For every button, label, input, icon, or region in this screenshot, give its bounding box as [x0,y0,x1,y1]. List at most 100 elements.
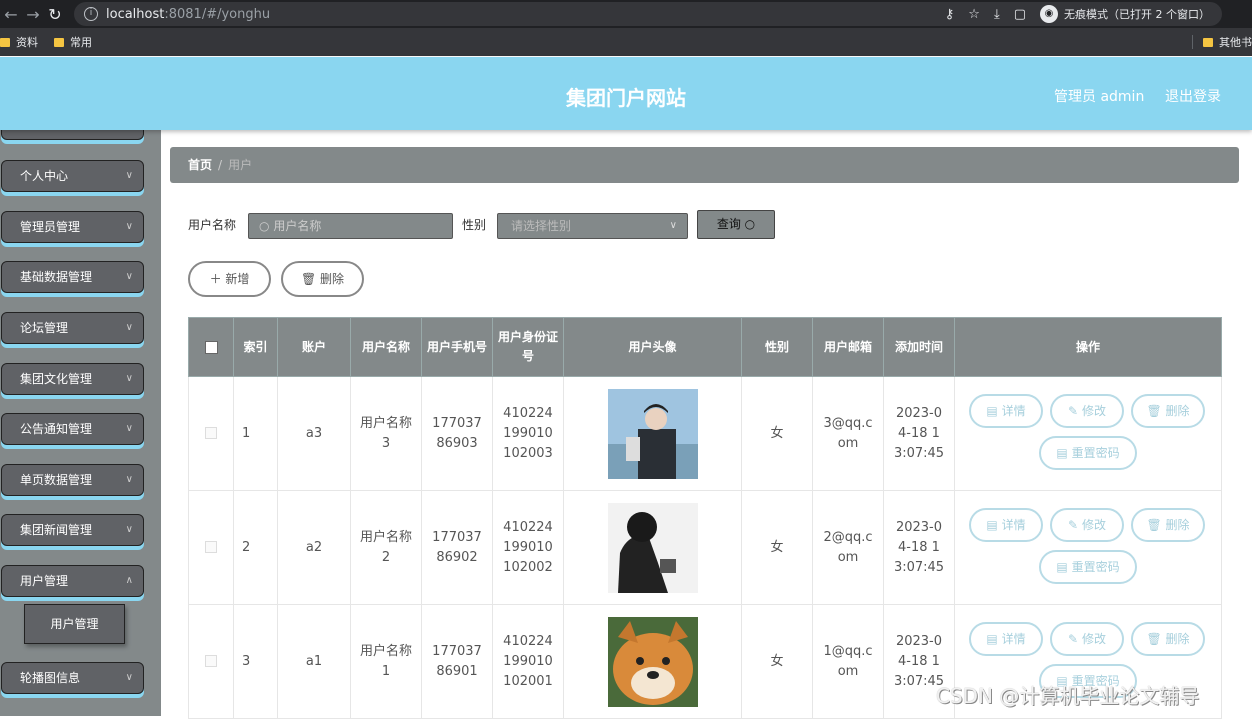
cell-email: 3@qq.com [812,376,884,491]
download-icon[interactable]: ⤓ [994,7,1000,22]
address-bar[interactable]: i localhost:8081/#/yonghu ⚷ ☆ ⤓ ▢ ◉ 无痕模式… [74,2,1222,26]
document-icon: ▤ [1056,560,1068,574]
search-icon: ○ [744,217,756,231]
username-label: 用户名称 [188,218,237,232]
checkbox[interactable] [205,427,217,439]
delete-button[interactable]: 🗑 删除 [1131,622,1205,656]
row-select[interactable] [188,490,234,605]
sidebar-item-users[interactable]: 用户管理 ∧ [1,565,144,597]
cell-phone: 17703786903 [421,376,493,491]
cell-time: 2023-04-18 13:07:45 [883,376,955,491]
avatar [607,502,698,593]
other-bookmarks-label: 其他书 [1219,36,1252,49]
sidebar-item-news[interactable]: 集团新闻管理 ∨ [1,514,144,546]
reset-password-button[interactable]: ▤ 重置密码 [1039,436,1137,470]
checkbox[interactable] [205,655,217,667]
sidebar-item-base-data[interactable]: 基础数据管理 ∨ [1,261,144,293]
username-search-input[interactable]: ○ 用户名称 [248,213,453,239]
detail-button[interactable]: ▤ 详情 [969,622,1043,656]
star-icon[interactable]: ☆ [968,7,980,22]
edit-label: 修改 [1081,404,1106,418]
cell-email: 1@qq.com [812,604,884,719]
add-button[interactable]: ＋ 新增 [188,261,271,297]
forward-icon[interactable]: → [22,5,44,24]
cell-id-card-text: 410224199010102002 [503,519,553,575]
other-bookmarks[interactable]: 其他书 [1192,35,1252,49]
detail-button[interactable]: ▤ 详情 [969,394,1043,428]
sidebar-item-label: 论坛管理 [20,321,69,335]
edit-button[interactable]: ✎ 修改 [1050,394,1124,428]
sidebar-item-label: 基础数据管理 [20,270,93,284]
detail-label: 详情 [1001,632,1026,646]
key-icon[interactable]: ⚷ [945,7,955,22]
sidebar-item-admin[interactable]: 管理员管理 ∨ [1,211,144,243]
checkbox[interactable] [205,541,217,553]
batch-delete-button[interactable]: 🗑 删除 [281,261,364,297]
cell-account: a1 [277,604,351,719]
query-button[interactable]: 查询 ○ [697,210,775,239]
checkbox[interactable] [204,340,218,354]
cell-phone-text: 17703786902 [432,529,482,565]
cell-time-text: 2023-04-18 13:07:45 [893,519,945,575]
trash-icon: 🗑 [1146,518,1162,532]
cell-name: 用户名称2 [350,490,422,605]
cell-avatar [563,376,742,491]
sidebar-item-culture[interactable]: 集团文化管理 ∨ [1,363,144,395]
sidebar-subitem-users[interactable]: 用户管理 [24,604,125,644]
document-icon: ▤ [986,404,998,418]
edit-button[interactable]: ✎ 修改 [1050,622,1124,656]
cell-name: 用户名称3 [350,376,422,491]
delete-button[interactable]: 🗑 删除 [1131,508,1205,542]
delete-label: 删除 [1165,404,1190,418]
browser-toolbar: ← → ↻ i localhost:8081/#/yonghu ⚷ ☆ ⤓ ▢ … [0,0,1252,28]
edit-icon: ✎ [1068,632,1079,646]
cell-name-text: 用户名称3 [360,415,413,451]
sidepanel-icon[interactable]: ▢ [1014,7,1026,22]
bookmark-label: 资料 [16,36,38,49]
app-header: 集团门户网站 管理员 admin 退出登录 [0,57,1252,130]
logout-link[interactable]: 退出登录 [1165,86,1221,106]
current-user: 管理员 admin [1054,89,1145,105]
sidebar-item-label: 管理员管理 [20,220,81,234]
column-header: 用户头像 [563,317,742,377]
sidebar-item-forum[interactable]: 论坛管理 ∨ [1,312,144,344]
cell-index: 1 [233,376,278,491]
trash-icon: 🗑 [1146,404,1162,418]
cell-phone: 17703786902 [421,490,493,605]
cell-name: 用户名称1 [350,604,422,719]
reload-icon[interactable]: ↻ [44,5,66,24]
chevron-down-icon: ∨ [125,373,133,384]
cell-id-card: 410224199010102003 [492,376,564,491]
delete-label: 删除 [1165,632,1190,646]
reset-password-button[interactable]: ▤ 重置密码 [1039,550,1137,584]
sidebar-item-label: 用户管理 [20,574,69,588]
delete-button[interactable]: 🗑 删除 [1131,394,1205,428]
sidebar-item-personal-center[interactable]: 个人中心 ∨ [1,160,144,192]
incognito-indicator[interactable]: ◉ 无痕模式（已打开 2 个窗口） [1040,5,1210,23]
reset-label: 重置密码 [1071,446,1120,460]
sidebar-item-notice[interactable]: 公告通知管理 ∨ [1,413,144,445]
edit-label: 修改 [1081,518,1106,532]
folder-icon [1203,37,1213,47]
sidebar-item-carousel[interactable]: 轮播图信息 ∨ [1,662,144,694]
document-icon: ▤ [1056,446,1068,460]
column-header: 性别 [741,317,813,377]
edit-label: 修改 [1081,632,1106,646]
row-select[interactable] [188,376,234,491]
info-icon[interactable]: i [84,7,98,21]
sidebar-item-single-page[interactable]: 单页数据管理 ∨ [1,464,144,496]
chevron-down-icon: ∨ [125,221,133,232]
detail-button[interactable]: ▤ 详情 [969,508,1043,542]
reset-label: 重置密码 [1071,560,1120,574]
header-select-all[interactable] [188,317,234,377]
edit-button[interactable]: ✎ 修改 [1050,508,1124,542]
bookmark-item[interactable]: 资料 [0,34,38,50]
sex-select[interactable]: 请选择性别 ∨ [497,213,688,239]
row-select[interactable] [188,604,234,719]
column-header: 用户手机号 [421,317,493,377]
bookmark-item[interactable]: 常用 [54,34,92,50]
delete-label: 删除 [1165,518,1190,532]
back-icon[interactable]: ← [0,5,22,24]
breadcrumb-home[interactable]: 首页 [188,158,212,172]
table-row: 2 a2 用户名称2 17703786902 410224199010102002 女 2@… [188,490,1222,605]
